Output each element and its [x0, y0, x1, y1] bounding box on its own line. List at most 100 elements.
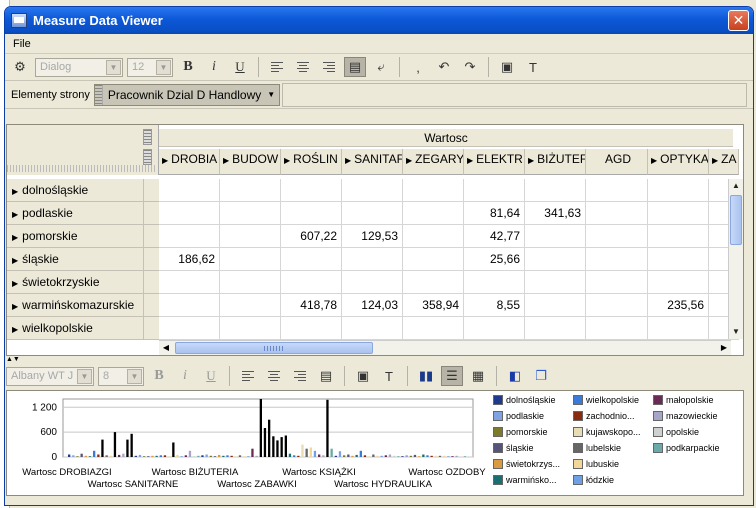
- grid-cell[interactable]: [586, 248, 648, 271]
- increase-decimal-button[interactable]: ↶: [433, 57, 455, 77]
- grid-cell[interactable]: [220, 225, 281, 248]
- grid-cell[interactable]: [342, 202, 403, 225]
- grid-cell[interactable]: [586, 225, 648, 248]
- vertical-scrollbar[interactable]: ▲ ▼: [728, 179, 743, 339]
- chart-fill-button[interactable]: ▤: [315, 366, 337, 386]
- expand-icon[interactable]: ▶: [712, 156, 718, 165]
- fill-color-button[interactable]: ▤: [344, 57, 366, 77]
- grid-cell[interactable]: [220, 248, 281, 271]
- horizontal-scrollbar[interactable]: ◀ ▶: [159, 340, 731, 355]
- legend-toggle-button[interactable]: ☰: [441, 366, 463, 386]
- expand-icon[interactable]: ▶: [345, 156, 351, 165]
- grid-cell[interactable]: [159, 179, 220, 202]
- column-resize-strip[interactable]: [342, 169, 403, 175]
- corner-drag-handle[interactable]: [7, 165, 155, 172]
- format-button[interactable]: T: [522, 57, 544, 77]
- chart-italic-button[interactable]: i: [174, 366, 196, 386]
- grid-cell[interactable]: 607,22: [281, 225, 342, 248]
- legend-item[interactable]: kujawskopo...: [573, 427, 653, 437]
- column-resize-strip[interactable]: [281, 169, 342, 175]
- drag-handle[interactable]: [94, 84, 103, 105]
- chart-align-left-button[interactable]: [237, 366, 259, 386]
- font-name-combo[interactable]: Dialog ▼: [35, 57, 123, 77]
- expand-icon[interactable]: ▶: [12, 302, 18, 311]
- italic-button[interactable]: i: [203, 57, 225, 77]
- gridlines-toggle-button[interactable]: ▦: [467, 366, 489, 386]
- bar-chart-button[interactable]: ▮▮: [415, 366, 437, 386]
- grid-cell[interactable]: [586, 294, 648, 317]
- expand-icon[interactable]: ▶: [162, 156, 168, 165]
- scroll-left-icon[interactable]: ◀: [159, 341, 173, 355]
- expand-icon[interactable]: ▶: [467, 156, 473, 165]
- grid-cell[interactable]: [586, 202, 648, 225]
- scroll-thumb[interactable]: [730, 195, 742, 245]
- expand-icon[interactable]: ▶: [12, 256, 18, 265]
- chart-font-name-combo[interactable]: Albany WT J ▼: [6, 366, 94, 386]
- grid-cell[interactable]: [159, 202, 220, 225]
- wrap-text-button[interactable]: ⤶: [370, 57, 392, 77]
- column-header[interactable]: ▶ ROŚLIN: [281, 149, 342, 169]
- color-scheme-button[interactable]: ◧: [504, 366, 526, 386]
- grid-cell[interactable]: 186,62: [159, 248, 220, 271]
- row-header[interactable]: ▶ podlaskie: [7, 202, 143, 225]
- row-header[interactable]: ▶ dolnośląskie: [7, 179, 143, 202]
- chart-font-size-combo[interactable]: 8 ▼: [98, 366, 144, 386]
- scroll-right-icon[interactable]: ▶: [717, 341, 731, 355]
- grid-cell[interactable]: [342, 317, 403, 340]
- grid-cell[interactable]: [342, 271, 403, 294]
- grid-cell[interactable]: [403, 271, 464, 294]
- grid-cell[interactable]: 8,55: [464, 294, 525, 317]
- legend-item[interactable]: wielkopolskie: [573, 395, 653, 405]
- copy-chart-button[interactable]: ❐: [530, 366, 552, 386]
- legend-item[interactable]: lubuskie: [573, 459, 653, 469]
- grid-cell[interactable]: [403, 179, 464, 202]
- scroll-thumb[interactable]: [175, 342, 373, 354]
- legend-item[interactable]: dolnośląskie: [493, 395, 573, 405]
- grid-cell[interactable]: [342, 248, 403, 271]
- grid-cell[interactable]: [220, 179, 281, 202]
- grid-cell[interactable]: [220, 317, 281, 340]
- expand-icon[interactable]: ▶: [12, 233, 18, 242]
- grid-cell[interactable]: [281, 271, 342, 294]
- grid-cell[interactable]: 81,64: [464, 202, 525, 225]
- grid-cell[interactable]: [403, 202, 464, 225]
- legend-item[interactable]: zachodnio...: [573, 411, 653, 421]
- grid-cell[interactable]: [464, 179, 525, 202]
- row-header[interactable]: ▶ świetokrzyskie: [7, 271, 143, 294]
- column-resize-strip[interactable]: [159, 169, 220, 175]
- legend-item[interactable]: lubelskie: [573, 443, 653, 453]
- scroll-down-icon[interactable]: ▼: [729, 325, 743, 339]
- properties-icon[interactable]: ⚙: [9, 57, 31, 77]
- grid-cell[interactable]: [586, 317, 648, 340]
- legend-item[interactable]: pomorskie: [493, 427, 573, 437]
- grid-cell[interactable]: [648, 248, 709, 271]
- expand-icon[interactable]: ▶: [651, 156, 657, 165]
- column-header[interactable]: ▶ OPTYKA: [648, 149, 709, 169]
- grid-cell[interactable]: [403, 248, 464, 271]
- grid-cell[interactable]: [648, 202, 709, 225]
- decrease-decimal-button[interactable]: ↷: [459, 57, 481, 77]
- column-resize-strip[interactable]: [403, 169, 464, 175]
- grid-cell[interactable]: [525, 225, 586, 248]
- grid-cell[interactable]: [586, 179, 648, 202]
- grid-cell[interactable]: [525, 248, 586, 271]
- menu-file[interactable]: File: [13, 38, 31, 50]
- grid-cell[interactable]: [403, 317, 464, 340]
- grid-cell[interactable]: [159, 225, 220, 248]
- grid-cell[interactable]: [525, 271, 586, 294]
- column-resize-strip[interactable]: [220, 169, 281, 175]
- bold-button[interactable]: B: [177, 57, 199, 77]
- legend-item[interactable]: świetokrzys...: [493, 459, 573, 469]
- expand-icon[interactable]: ▶: [12, 187, 18, 196]
- column-field-grip[interactable]: [143, 129, 152, 145]
- grid-cell[interactable]: [525, 317, 586, 340]
- grid-cell[interactable]: 235,56: [648, 294, 709, 317]
- grid-cell[interactable]: 418,78: [281, 294, 342, 317]
- grid-cell[interactable]: [586, 271, 648, 294]
- grid-cell[interactable]: [220, 294, 281, 317]
- grid-cell[interactable]: 358,94: [403, 294, 464, 317]
- legend-item[interactable]: śląskie: [493, 443, 573, 453]
- grid-cell[interactable]: 25,66: [464, 248, 525, 271]
- column-header[interactable]: ▶ BUDOW: [220, 149, 281, 169]
- expand-icon[interactable]: ▶: [528, 156, 534, 165]
